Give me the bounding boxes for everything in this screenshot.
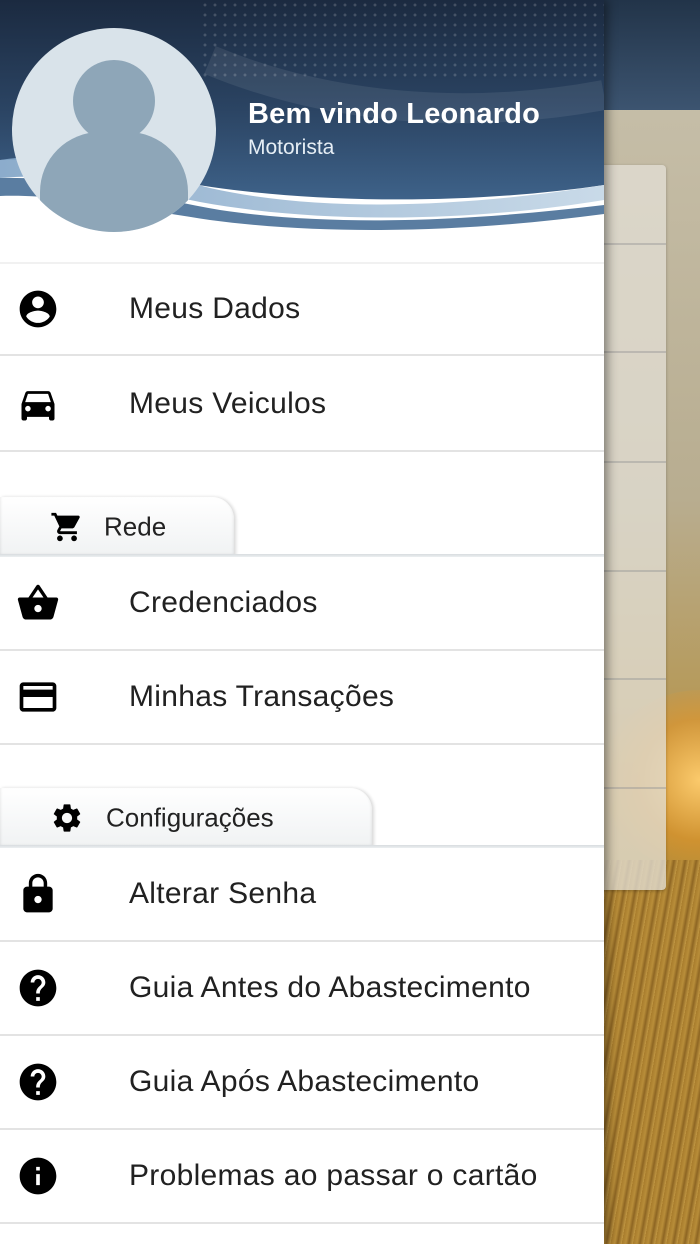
- help-circle-icon: [16, 966, 60, 1010]
- avatar-body-shape: [40, 132, 188, 232]
- menu-item-label: Meus Veiculos: [129, 387, 327, 420]
- menu-item-guia-antes[interactable]: Guia Antes do Abastecimento: [0, 942, 604, 1036]
- help-circle-icon: [16, 1060, 60, 1104]
- section-configuracoes: Configurações: [0, 745, 604, 848]
- background-field: [600, 860, 700, 1244]
- menu-item-meus-veiculos[interactable]: Meus Veiculos: [0, 358, 604, 452]
- cart-icon: [50, 510, 84, 544]
- menu-item-problemas-cartao[interactable]: Problemas ao passar o cartão: [0, 1130, 604, 1224]
- menu-item-label: Meus Dados: [129, 292, 301, 325]
- avatar-head-shape: [73, 60, 155, 142]
- section-tab: Rede: [0, 497, 234, 557]
- menu-item-label: Guia Após Abastecimento: [129, 1065, 480, 1098]
- car-icon: [16, 382, 60, 426]
- navigation-drawer: Bem vindo Leonardo Motorista Meus Dados …: [0, 0, 604, 1244]
- user-role: Motorista: [248, 136, 335, 159]
- menu-item-credenciados[interactable]: Credenciados: [0, 557, 604, 651]
- menu-item-label: Alterar Senha: [129, 877, 317, 910]
- menu-item-label: Credenciados: [129, 586, 318, 619]
- welcome-text: Bem vindo Leonardo: [248, 98, 541, 130]
- menu-item-label: Minhas Transações: [129, 680, 395, 713]
- menu-item-label: Guia Antes do Abastecimento: [129, 971, 531, 1004]
- drawer-header: Bem vindo Leonardo Motorista: [0, 0, 604, 262]
- section-tab: Configurações: [0, 788, 372, 848]
- credit-card-icon: [16, 675, 60, 719]
- basket-icon: [16, 581, 60, 625]
- section-rede-label: Rede: [104, 511, 167, 542]
- account-circle-icon: [16, 287, 60, 331]
- menu-item-minhas-transacoes[interactable]: Minhas Transações: [0, 651, 604, 745]
- section-configuracoes-label: Configurações: [106, 802, 274, 833]
- avatar[interactable]: [12, 28, 216, 232]
- menu-item-meus-dados[interactable]: Meus Dados: [0, 262, 604, 356]
- gear-icon: [50, 801, 84, 835]
- section-rede: Rede: [0, 454, 604, 557]
- menu-item-label: Problemas ao passar o cartão: [129, 1159, 538, 1192]
- menu-item-alterar-senha[interactable]: Alterar Senha: [0, 848, 604, 942]
- menu-item-guia-apos[interactable]: Guia Após Abastecimento: [0, 1036, 604, 1130]
- lock-icon: [16, 872, 60, 916]
- info-circle-icon: [16, 1154, 60, 1198]
- header-dot-pattern: [200, 0, 604, 80]
